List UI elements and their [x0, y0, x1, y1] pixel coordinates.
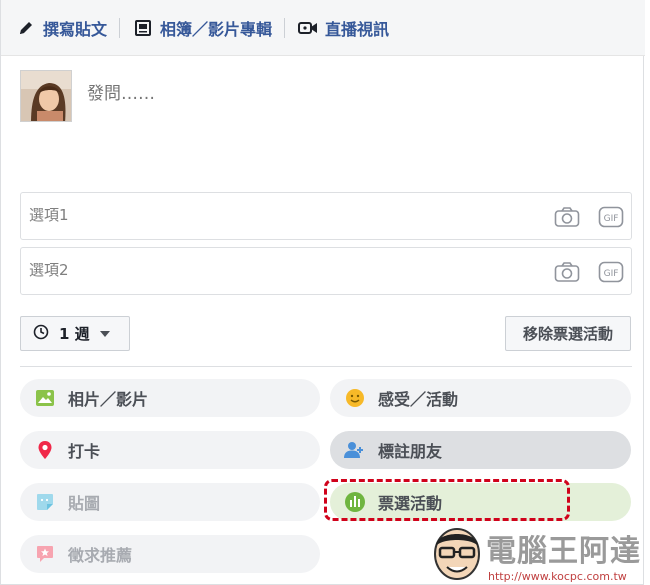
- chevron-down-icon: [99, 330, 110, 337]
- tag-friends-icon: [344, 439, 366, 461]
- camera-icon[interactable]: [554, 204, 580, 230]
- video-camera-icon: [297, 17, 319, 39]
- gif-icon[interactable]: GIF: [598, 259, 624, 285]
- divider: [20, 366, 632, 367]
- watermark: 電腦王阿達 http://www.kocpc.com.tw: [430, 518, 650, 585]
- action-poll[interactable]: 票選活動: [330, 483, 631, 521]
- action-label: 票選活動: [378, 494, 443, 513]
- pencil-icon: [15, 17, 37, 39]
- action-ask-recommendations[interactable]: 徵求推薦: [20, 535, 320, 573]
- smiley-icon: [344, 387, 366, 409]
- tab-divider: [284, 17, 286, 38]
- action-label: 徵求推薦: [68, 546, 133, 565]
- photo-icon: [34, 387, 56, 409]
- mascot-logo-icon: [430, 522, 484, 582]
- watermark-url: http://www.kocpc.com.tw: [488, 570, 627, 583]
- poll-option-1: GIF: [20, 192, 632, 240]
- composer-card: 撰寫貼文 相簿／影片專輯 直播視訊 發問…… 選項1 GIF 選項2 GIF 1…: [0, 0, 645, 585]
- action-photo-video[interactable]: 相片／影片: [20, 379, 320, 417]
- remove-poll-button[interactable]: 移除票選活動: [505, 316, 631, 351]
- action-label: 貼圖: [68, 494, 101, 513]
- location-pin-icon: [34, 439, 56, 461]
- recommendation-icon: [34, 543, 56, 565]
- duration-label: 1 週: [59, 325, 90, 343]
- sticker-icon: [34, 491, 56, 513]
- poll-option-2: GIF: [20, 247, 632, 295]
- action-check-in[interactable]: 打卡: [20, 431, 320, 469]
- album-icon: [132, 17, 154, 39]
- option-input[interactable]: [29, 206, 449, 224]
- clock-icon: [33, 324, 49, 344]
- option-input[interactable]: [29, 261, 449, 279]
- watermark-title: 電腦王阿達: [486, 534, 641, 569]
- tab-album[interactable]: 相簿／影片專輯: [132, 0, 272, 56]
- tab-label: 直播視訊: [325, 19, 390, 39]
- tab-write-post[interactable]: 撰寫貼文: [15, 0, 107, 56]
- svg-text:GIF: GIF: [604, 269, 619, 279]
- tab-label: 撰寫貼文: [43, 19, 108, 39]
- composer-tabs: 撰寫貼文 相簿／影片專輯 直播視訊: [1, 0, 645, 56]
- camera-icon[interactable]: [554, 259, 580, 285]
- svg-text:GIF: GIF: [604, 214, 619, 224]
- tab-label: 相簿／影片專輯: [160, 19, 273, 39]
- action-tag-friends[interactable]: 標註朋友: [330, 431, 631, 469]
- poll-icon: [344, 491, 366, 513]
- tab-live-video[interactable]: 直播視訊: [297, 0, 389, 56]
- action-feeling-activity[interactable]: 感受／活動: [330, 379, 631, 417]
- action-label: 相片／影片: [68, 390, 149, 409]
- action-label: 標註朋友: [378, 442, 443, 461]
- tab-divider: [119, 17, 121, 38]
- poll-duration-dropdown[interactable]: 1 週: [20, 316, 130, 351]
- action-sticker[interactable]: 貼圖: [20, 483, 320, 521]
- action-label: 打卡: [68, 442, 101, 461]
- action-label: 感受／活動: [378, 390, 459, 409]
- avatar: [20, 70, 72, 122]
- poll-question-input[interactable]: [87, 84, 387, 104]
- gif-icon[interactable]: GIF: [598, 204, 624, 230]
